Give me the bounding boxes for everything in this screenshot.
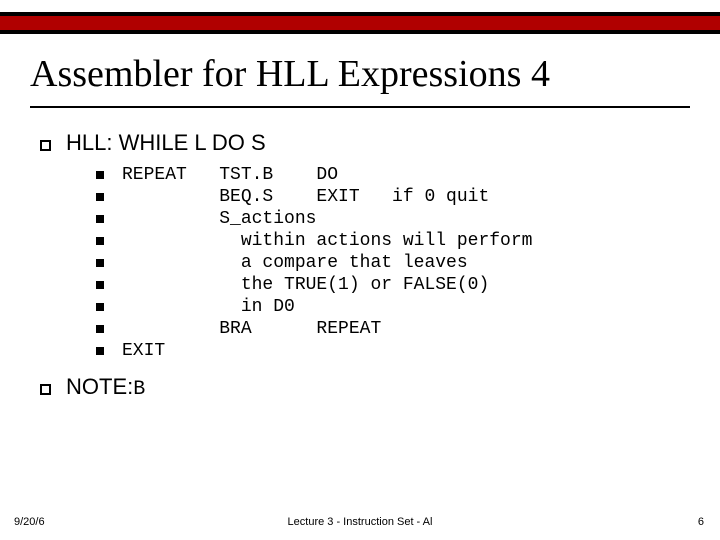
code-line: the TRUE(1) or FALSE(0): [96, 274, 680, 296]
code-text: BEQ.S EXIT if 0 quit: [122, 186, 489, 208]
code-line: a compare that leaves: [96, 252, 680, 274]
footer-center: Lecture 3 - Instruction Set - Al: [0, 516, 720, 528]
note-label: NOTE:: [66, 374, 133, 400]
code-line: REPEAT TST.B DO: [96, 164, 680, 186]
solid-square-bullet-icon: [96, 230, 122, 252]
decorative-red-stripe: [0, 16, 720, 30]
hll-heading-text: HLL: WHILE L DO S: [66, 130, 266, 156]
open-square-bullet-icon: [40, 130, 66, 156]
code-text: the TRUE(1) or FALSE(0): [122, 274, 489, 296]
code-text: in D0: [122, 296, 295, 318]
code-text: BRA REPEAT: [122, 318, 381, 340]
code-text: within actions will perform: [122, 230, 532, 252]
code-line: in D0: [96, 296, 680, 318]
bullet-note: NOTE: B: [40, 374, 145, 401]
solid-square-bullet-icon: [96, 164, 122, 186]
code-text: REPEAT TST.B DO: [122, 164, 338, 186]
code-block: REPEAT TST.B DO BEQ.S EXIT if 0 quit S_a…: [96, 164, 680, 362]
solid-square-bullet-icon: [96, 274, 122, 296]
code-text: S_actions: [122, 208, 316, 230]
bullet-hll-heading: HLL: WHILE L DO S: [40, 130, 680, 156]
slide: Assembler for HLL Expressions 4 HLL: WHI…: [0, 0, 720, 540]
solid-square-bullet-icon: [96, 296, 122, 318]
solid-square-bullet-icon: [96, 186, 122, 208]
slide-body: HLL: WHILE L DO S REPEAT TST.B DO BEQ.S …: [40, 130, 680, 362]
slide-title: Assembler for HLL Expressions 4: [30, 54, 690, 96]
code-line: S_actions: [96, 208, 680, 230]
note-text: B: [133, 378, 145, 401]
title-underline: [30, 106, 690, 108]
solid-square-bullet-icon: [96, 208, 122, 230]
code-text: a compare that leaves: [122, 252, 468, 274]
solid-square-bullet-icon: [96, 340, 122, 362]
footer-page-number: 6: [698, 516, 704, 528]
open-square-bullet-icon: [40, 374, 66, 400]
code-line: EXIT: [96, 340, 680, 362]
code-text: EXIT: [122, 340, 165, 362]
code-line: BRA REPEAT: [96, 318, 680, 340]
code-line: within actions will perform: [96, 230, 680, 252]
decorative-top-bar: [0, 12, 720, 34]
solid-square-bullet-icon: [96, 318, 122, 340]
code-line: BEQ.S EXIT if 0 quit: [96, 186, 680, 208]
solid-square-bullet-icon: [96, 252, 122, 274]
